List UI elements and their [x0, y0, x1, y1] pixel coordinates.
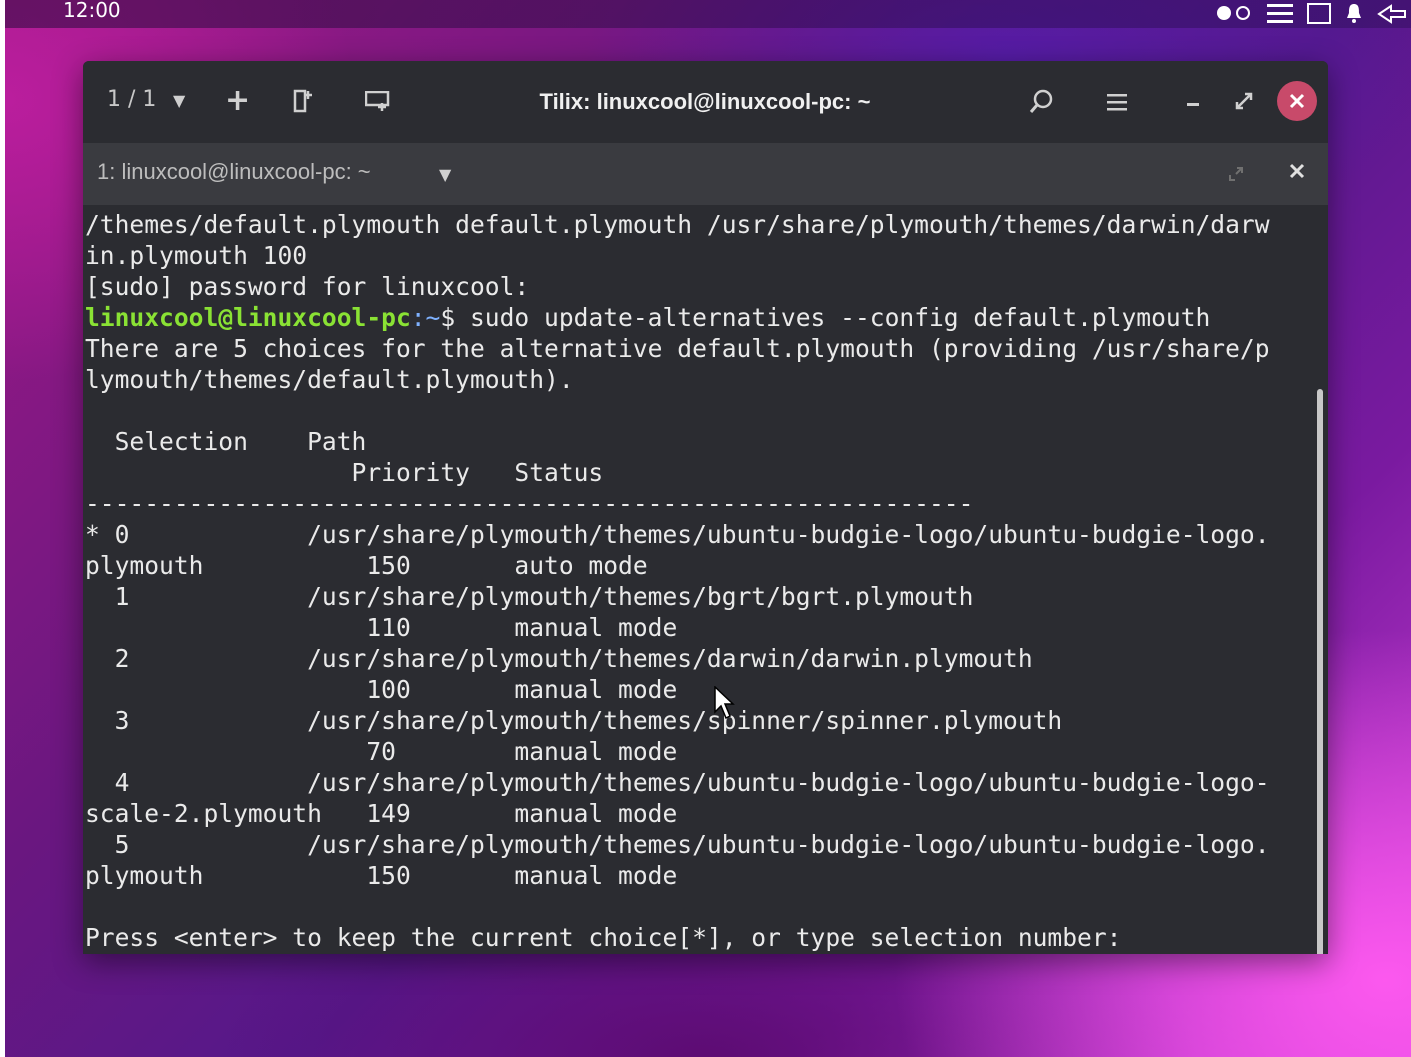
window-title: Tilix: linuxcool@linuxcool-pc: ~ [539, 89, 871, 114]
notification-dot-icon[interactable] [1215, 3, 1253, 26]
terminal-line: 70 manual mode [85, 737, 678, 766]
session-dropdown-chevron-down-icon[interactable]: ▼ [173, 91, 185, 110]
prompt-path: :~ [410, 303, 441, 332]
terminal-line: Selection Path [85, 427, 367, 456]
terminal-line: 4 /usr/share/plymouth/themes/ubuntu-budg… [85, 768, 1270, 797]
window-header: 1 / 1 ▼ + Tilix: linuxcool@linuxcool-pc:… [83, 61, 1328, 143]
terminal-line: ----------------------------------------… [85, 489, 974, 518]
menu-icon[interactable] [1107, 91, 1129, 113]
close-icon [1289, 93, 1305, 109]
terminal-tab-bar: 1: linuxcool@linuxcool-pc: ~ ▼ [83, 143, 1328, 205]
terminal-line: 110 manual mode [85, 613, 678, 642]
prompt-user: linuxcool@linuxcool-pc [85, 303, 411, 332]
terminal-line: /themes/default.plymouth default.plymout… [85, 210, 1270, 239]
new-split-icon[interactable] [293, 89, 313, 113]
network-icon[interactable] [1377, 2, 1407, 27]
tab-title[interactable]: 1: linuxcool@linuxcool-pc: ~ [97, 159, 371, 185]
terminal-line: 2 /usr/share/plymouth/themes/darwin/darw… [85, 644, 1033, 673]
tab-maximize-icon[interactable] [1227, 165, 1245, 183]
terminal-line: 3 /usr/share/plymouth/themes/spinner/spi… [85, 706, 1063, 735]
terminal-line: There are 5 choices for the alternative … [85, 334, 1270, 363]
hamburger-icon[interactable] [1267, 2, 1293, 27]
session-count[interactable]: 1 / 1 [107, 87, 156, 112]
tab-close-icon[interactable] [1287, 161, 1307, 181]
terminal-line: scale-2.plymouth 149 manual mode [85, 799, 678, 828]
terminal-line: lymouth/themes/default.plymouth). [85, 365, 574, 394]
search-icon[interactable] [1029, 89, 1055, 115]
top-panel: 12:00 [5, 0, 1411, 28]
terminal-line: 1 /usr/share/plymouth/themes/bgrt/bgrt.p… [85, 582, 974, 611]
terminal-text[interactable]: /themes/default.plymouth default.plymout… [85, 209, 1270, 953]
terminal-line: Priority Status [85, 458, 604, 487]
maximize-icon[interactable] [1235, 91, 1253, 110]
terminal-line: 100 manual mode [85, 675, 678, 704]
system-tray [1215, 2, 1407, 27]
add-session-icon[interactable]: + [225, 83, 250, 118]
bell-icon[interactable] [1345, 2, 1363, 27]
minimize-icon[interactable] [1185, 87, 1201, 115]
tilix-window: 1 / 1 ▼ + Tilix: linuxcool@linuxcool-pc:… [83, 61, 1328, 954]
terminal-line: in.plymouth 100 [85, 241, 308, 270]
terminal-line: 5 /usr/share/plymouth/themes/ubuntu-budg… [85, 830, 1270, 859]
terminal-line: plymouth 150 auto mode [85, 551, 648, 580]
window-icon[interactable] [1307, 2, 1331, 27]
terminal-output[interactable]: /themes/default.plymouth default.plymout… [83, 205, 1328, 954]
terminal-line: * 0 /usr/share/plymouth/themes/ubuntu-bu… [85, 520, 1270, 549]
terminal-scrollbar[interactable] [1317, 389, 1323, 954]
terminal-line: [sudo] password for linuxcool: [85, 272, 530, 301]
prompt-command: $ sudo update-alternatives --config defa… [440, 303, 1211, 332]
clock[interactable]: 12:00 [63, 0, 121, 22]
tab-chevron-down-icon[interactable]: ▼ [439, 165, 451, 184]
terminal-line: plymouth 150 manual mode [85, 861, 678, 890]
mouse-pointer-icon [714, 686, 735, 720]
close-window-button[interactable] [1277, 81, 1317, 121]
terminal-line: Press <enter> to keep the current choice… [85, 923, 1137, 952]
